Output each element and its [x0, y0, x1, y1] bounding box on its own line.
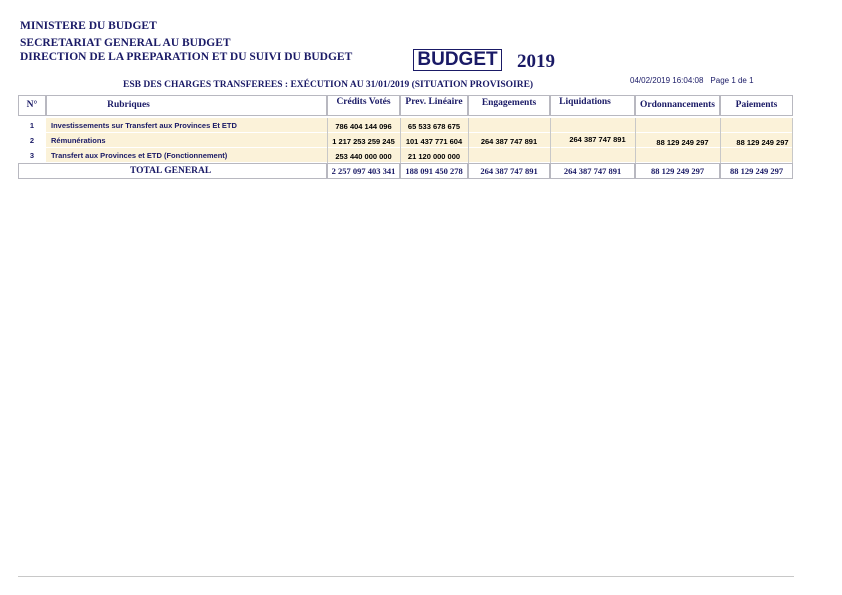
page-indicator: Page 1 de 1	[710, 76, 754, 85]
row-2-ordonnancements: 88 129 249 297	[656, 138, 709, 147]
row-2-paiements: 88 129 249 297	[736, 138, 789, 147]
col-header-engagements: Engagements	[481, 98, 537, 108]
total-ordonnancements: 88 129 249 297	[650, 166, 705, 176]
col-header-ordonnancements: Ordonnancements	[640, 100, 715, 110]
col-header-liquidations: Liquidations	[559, 97, 611, 107]
print-stamp: 04/02/2019 16:04:08 Page 1 de 1	[630, 76, 754, 85]
row-1-rubrique: Investissements sur Transfert aux Provin…	[51, 121, 237, 130]
row-2-credits: 1 217 253 259 245	[332, 137, 395, 146]
total-liquidations: 264 387 747 891	[563, 166, 622, 176]
total-engagements: 264 387 747 891	[480, 166, 538, 176]
ministry-title: MINISTERE DU BUDGET	[20, 20, 157, 32]
total-prev: 188 091 450 278	[405, 166, 463, 176]
total-paiements: 88 129 249 297	[729, 166, 784, 176]
row-2-engagements: 264 387 747 891	[480, 137, 538, 146]
timestamp: 04/02/2019 16:04:08	[630, 76, 704, 85]
footer-divider	[18, 576, 794, 577]
row-2-rubrique: Rémunérations	[51, 136, 106, 145]
total-label: TOTAL GENERAL	[130, 166, 212, 176]
col-header-rubriques: Rubriques	[107, 100, 150, 110]
col-header-num: N°	[26, 100, 38, 110]
row-3-prev: 21 120 000 000	[407, 152, 461, 161]
budget-year: 2019	[517, 51, 555, 72]
row-1-prev: 65 533 678 675	[407, 122, 461, 131]
direction-title: DIRECTION DE LA PREPARATION ET DU SUIVI …	[20, 51, 353, 63]
row-3-rubrique: Transfert aux Provinces et ETD (Fonction…	[51, 151, 228, 160]
report-subtitle: ESB DES CHARGES TRANSFEREES : EXÉCUTION …	[123, 80, 534, 90]
row-2-liquidations: 264 387 747 891	[569, 135, 626, 144]
row-1-num: 1	[29, 121, 35, 130]
row-2-prev: 101 437 771 604	[405, 137, 463, 146]
col-header-paiements: Paiements	[735, 100, 778, 110]
row-3-num: 3	[29, 151, 35, 160]
secretariat-title: SECRETARIAT GENERAL AU BUDGET	[20, 37, 231, 49]
row-1-credits: 786 404 144 096	[335, 122, 392, 131]
budget-label-box: BUDGET	[413, 49, 502, 71]
col-header-prev: Prev. Linéaire	[405, 97, 463, 107]
total-credits: 2 257 097 403 341	[331, 166, 396, 176]
col-header-credits: Crédits Votés	[336, 97, 391, 107]
row-2-num: 2	[29, 136, 35, 145]
row-3-credits: 253 440 000 000	[335, 152, 392, 161]
